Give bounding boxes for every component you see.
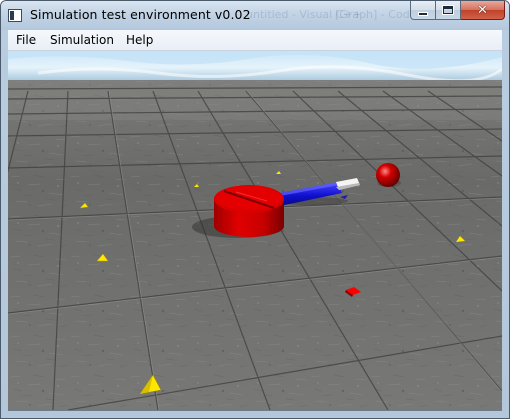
maximize-icon bbox=[443, 6, 453, 14]
menu-simulation[interactable]: Simulation bbox=[50, 33, 114, 47]
minimize-button[interactable] bbox=[410, 1, 436, 20]
app-window-icon[interactable] bbox=[8, 9, 22, 22]
menu-help[interactable]: Help bbox=[126, 33, 153, 47]
close-button[interactable]: ✕ bbox=[461, 1, 505, 20]
menu-file[interactable]: File bbox=[16, 33, 36, 47]
menu-bar: File Simulation Help bbox=[8, 30, 502, 51]
title-bar[interactable]: Simulation test environment v0.02 untitl… bbox=[1, 1, 509, 30]
window-controls: ✕ bbox=[410, 1, 505, 21]
simulation-viewport[interactable] bbox=[8, 51, 502, 411]
scene-canvas[interactable] bbox=[8, 51, 502, 410]
maximize-button[interactable] bbox=[436, 1, 461, 20]
close-icon: ✕ bbox=[477, 2, 488, 18]
app-window: Simulation test environment v0.02 untitl… bbox=[0, 0, 510, 419]
red-sphere[interactable] bbox=[376, 163, 400, 187]
minimize-icon bbox=[419, 12, 427, 15]
red-cylinder[interactable] bbox=[214, 185, 284, 237]
window-title: Simulation test environment v0.02 bbox=[30, 7, 251, 22]
